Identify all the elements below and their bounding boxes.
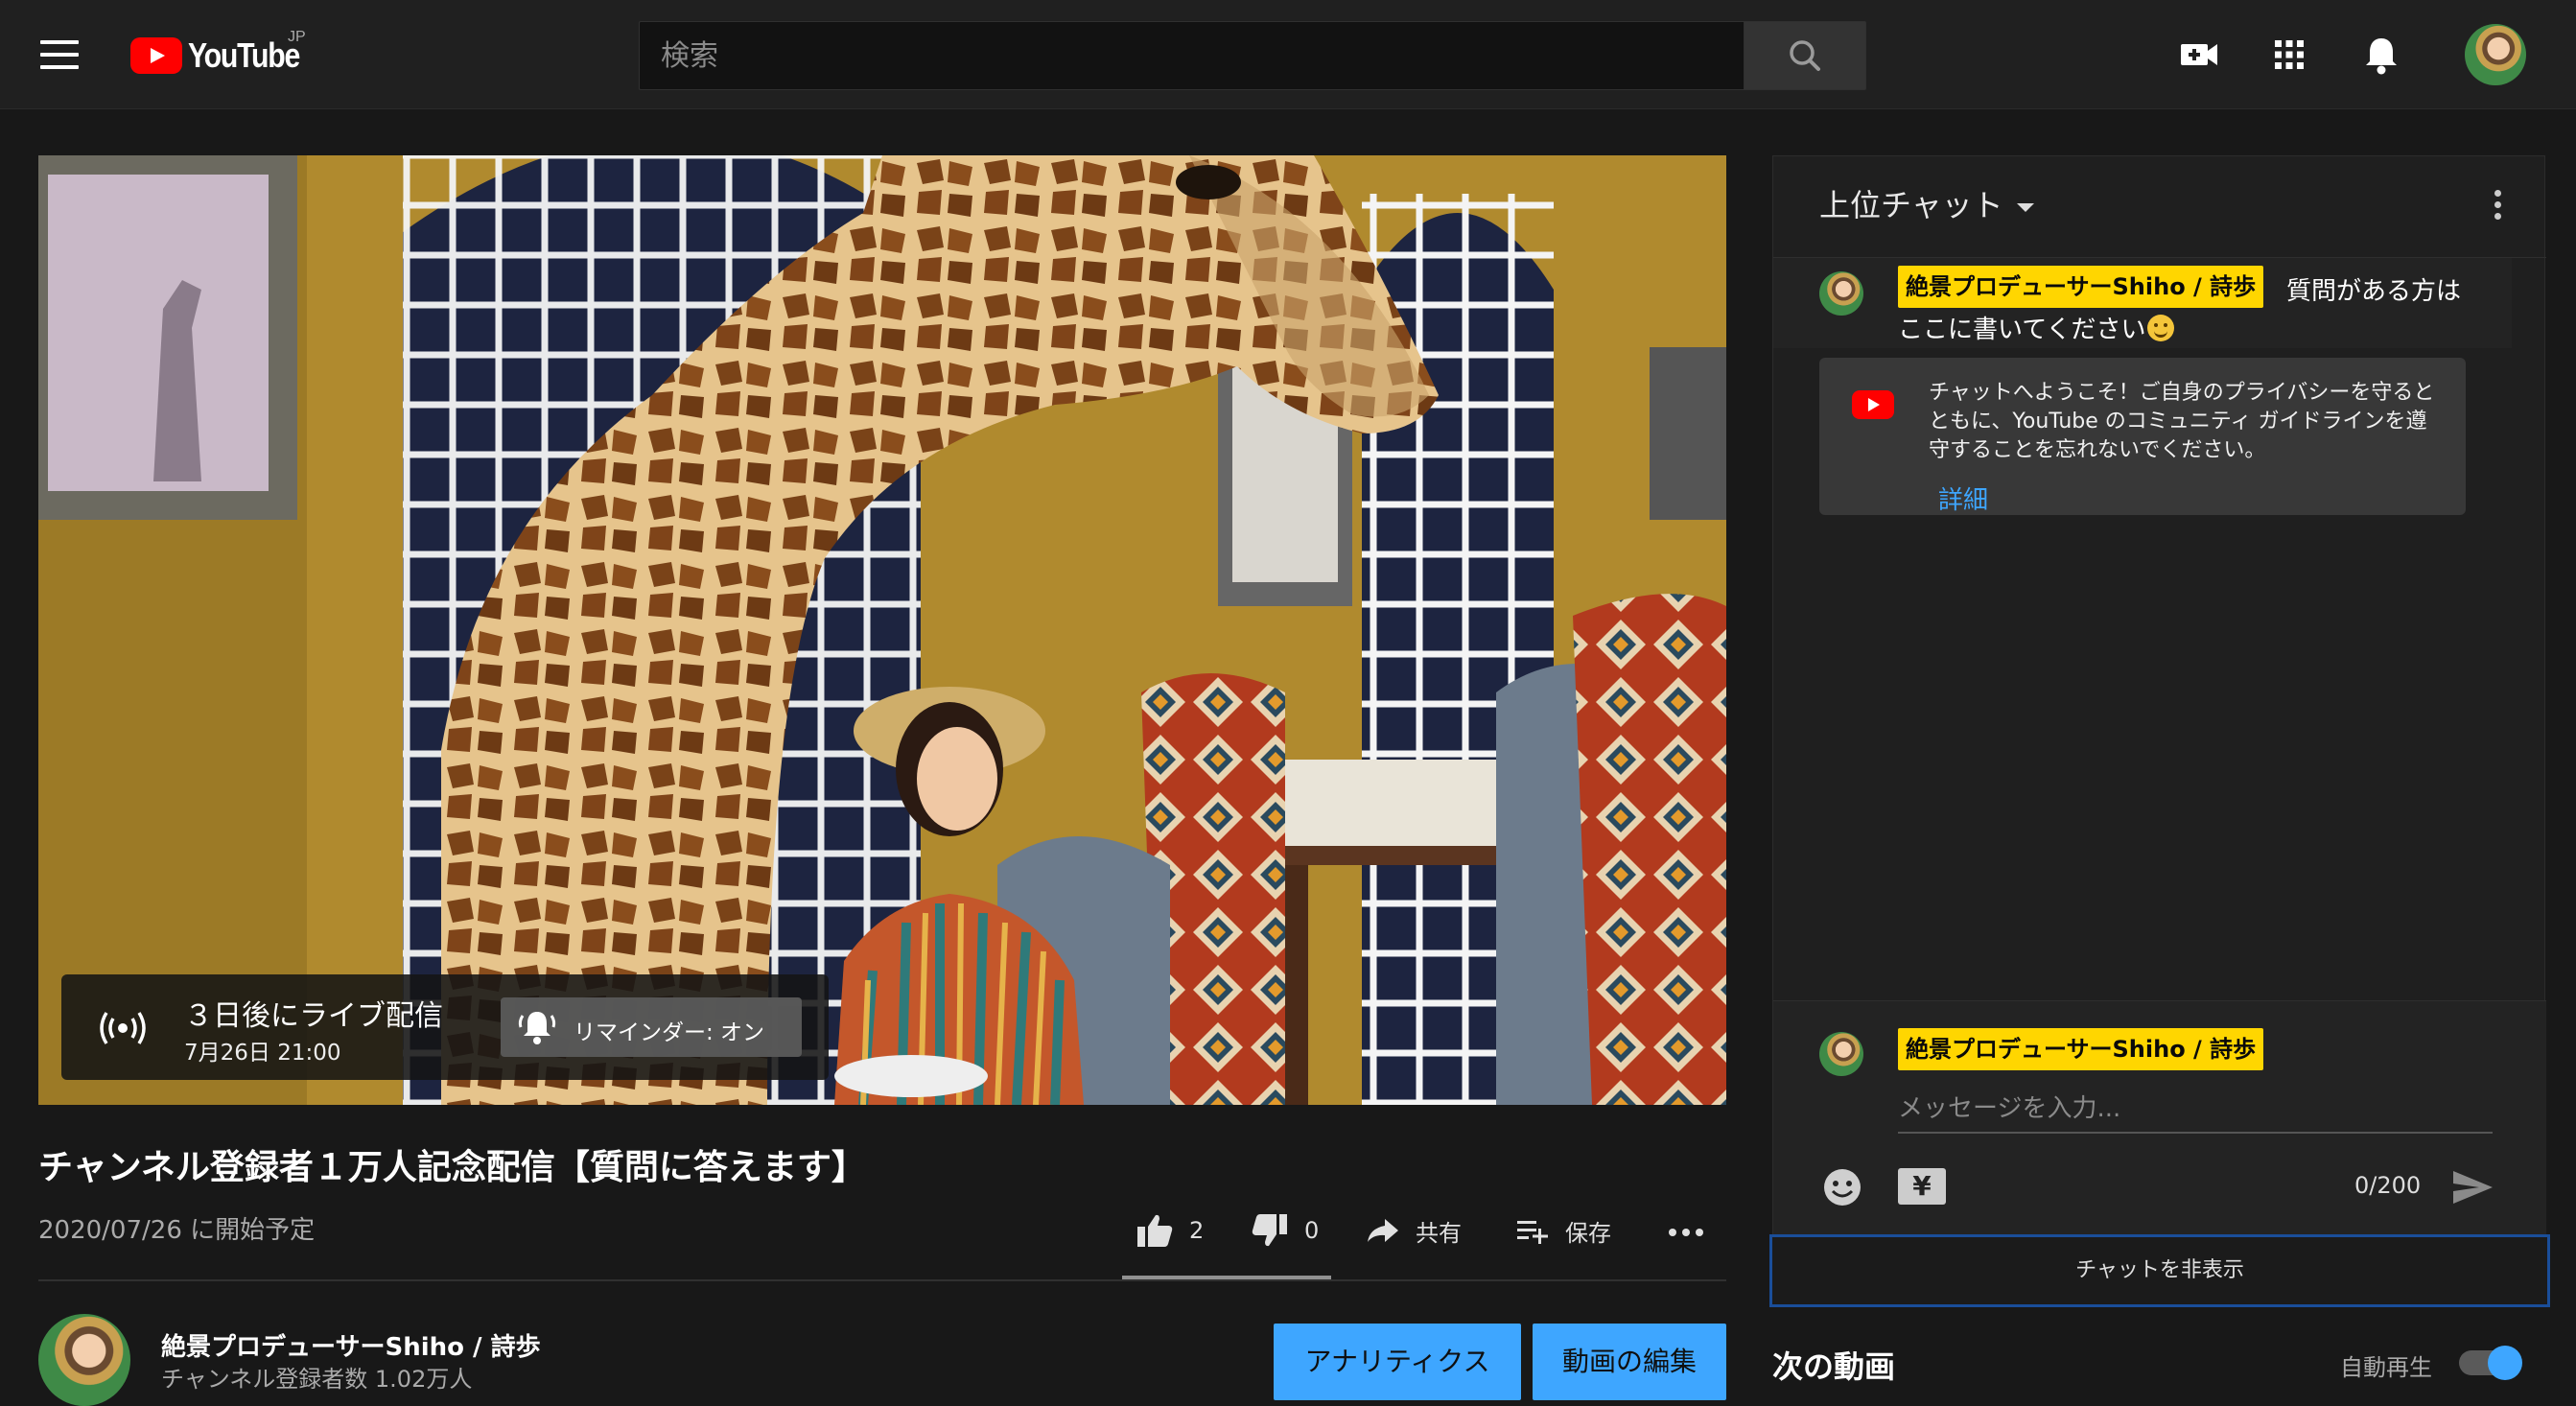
search-icon bbox=[1790, 40, 1820, 71]
apps-button[interactable] bbox=[2263, 29, 2315, 81]
chat-welcome-banner: チャットへようこそ！ご自身のプライバシーを守るとともに、YouTube のコミュ… bbox=[1819, 358, 2466, 515]
scheduled-date: 2020/07/26 に開始予定 bbox=[38, 1216, 316, 1245]
channel-name[interactable]: 絶景プロデューサーShiho / 詩歩 bbox=[161, 1327, 541, 1363]
youtube-logo[interactable]: YouTube JP bbox=[130, 29, 320, 77]
share-button[interactable]: 共有 bbox=[1366, 1207, 1462, 1254]
channel-avatar[interactable] bbox=[38, 1314, 130, 1406]
chat-more-options-icon[interactable] bbox=[2483, 185, 2512, 229]
analytics-button[interactable]: アナリティクス bbox=[1274, 1324, 1521, 1400]
reminder-button[interactable]: リマインダー: オン bbox=[501, 997, 802, 1057]
send-icon[interactable] bbox=[2450, 1168, 2494, 1207]
autoplay-toggle-knob bbox=[2488, 1346, 2522, 1380]
more-horizontal-icon bbox=[1669, 1229, 1703, 1236]
logo-text: YouTube bbox=[188, 35, 300, 75]
pinned-text-line-1: 質問がある方は bbox=[2286, 277, 2462, 306]
search-input[interactable] bbox=[639, 21, 1744, 90]
chat-mode-label: 上位チャット bbox=[1819, 187, 2003, 223]
logo-region: JP bbox=[288, 29, 306, 45]
top-bar: YouTube JP bbox=[0, 0, 2576, 109]
autoplay-label: 自動再生 bbox=[2340, 1354, 2432, 1381]
create-video-icon bbox=[2181, 44, 2217, 65]
dislike-button[interactable]: 0 bbox=[1251, 1207, 1319, 1254]
bell-ringing-icon bbox=[518, 1012, 556, 1044]
emoji-picker-icon[interactable] bbox=[1821, 1166, 1863, 1208]
thumbs-down-icon bbox=[1252, 1214, 1287, 1247]
live-broadcast-icon bbox=[100, 1012, 146, 1044]
video-title: チャンネル登録者１万人記念配信【質問に答えます】 bbox=[38, 1148, 866, 1187]
pinned-message: 絶景プロデューサーShiho / 詩歩 質問がある方は ここに書いてください bbox=[1773, 258, 2512, 348]
chat-mode-dropdown[interactable]: 上位チャット bbox=[1819, 181, 2034, 225]
reminder-label: リマインダー: オン bbox=[574, 1020, 765, 1045]
share-label: 共有 bbox=[1416, 1219, 1462, 1247]
share-icon bbox=[1368, 1219, 1398, 1242]
dislike-count: 0 bbox=[1304, 1217, 1320, 1244]
edit-video-button[interactable]: 動画の編集 bbox=[1533, 1324, 1726, 1400]
create-video-button[interactable] bbox=[2173, 29, 2225, 81]
super-chat-yen-button[interactable]: ¥ bbox=[1898, 1168, 1946, 1205]
thumbs-up-icon bbox=[1137, 1214, 1173, 1247]
chat-message-input[interactable] bbox=[1898, 1086, 2493, 1134]
welcome-text: チャットへようこそ！ご自身のプライバシーを守るとともに、YouTube のコミュ… bbox=[1929, 381, 2435, 462]
autoplay-toggle[interactable] bbox=[2459, 1346, 2522, 1380]
up-next-title: 次の動画 bbox=[1772, 1348, 1896, 1385]
video-player[interactable]: ３日後にライブ配信 7月26日 21:00 リマインダー: オン bbox=[38, 155, 1726, 1105]
apps-icon bbox=[2275, 40, 2304, 69]
live-chat-panel: 上位チャット 絶景プロデューサーShiho / 詩歩 質問がある方は ここに書い… bbox=[1769, 155, 2550, 1307]
search-button[interactable] bbox=[1744, 21, 1866, 90]
youtube-icon bbox=[1852, 390, 1894, 419]
pinned-author-avatar bbox=[1819, 271, 1863, 316]
chevron-down-icon bbox=[2016, 202, 2034, 212]
hide-chat-button[interactable]: チャットを非表示 bbox=[1769, 1234, 2550, 1307]
pinned-text-line-2: ここに書いてください bbox=[1898, 310, 2175, 345]
pinned-text: ここに書いてください bbox=[1898, 316, 2146, 344]
more-actions-button[interactable] bbox=[1667, 1207, 1709, 1254]
divider bbox=[38, 1279, 1726, 1281]
owner-author-badge[interactable]: 絶景プロデューサーShiho / 詩歩 bbox=[1898, 266, 2264, 308]
playlist-add-icon bbox=[1517, 1221, 1548, 1244]
save-label: 保存 bbox=[1565, 1219, 1611, 1247]
chat-header: 上位チャット bbox=[1773, 156, 2546, 258]
char-counter: 0/200 bbox=[2354, 1172, 2422, 1199]
live-countdown-title: ３日後にライブ配信 bbox=[184, 999, 443, 1033]
smiling-emoji-icon bbox=[2147, 315, 2175, 341]
chat-composer: 絶景プロデューサーShiho / 詩歩 ¥ 0/200 bbox=[1773, 1000, 2546, 1234]
notifications-button[interactable] bbox=[2355, 29, 2407, 81]
account-avatar[interactable] bbox=[2465, 24, 2526, 85]
subscriber-count: チャンネル登録者数 1.02万人 bbox=[161, 1366, 473, 1393]
like-count: 2 bbox=[1189, 1217, 1205, 1244]
composer-author-badge: 絶景プロデューサーShiho / 詩歩 bbox=[1898, 1028, 2264, 1070]
youtube-play-icon bbox=[130, 37, 182, 74]
composer-avatar bbox=[1819, 1032, 1863, 1076]
learn-more-link[interactable]: 詳細 bbox=[1938, 480, 1988, 516]
video-thumbnail bbox=[38, 155, 1726, 1105]
notifications-icon bbox=[2366, 38, 2397, 75]
like-button[interactable]: 2 bbox=[1136, 1207, 1204, 1254]
upcoming-live-overlay: ３日後にライブ配信 7月26日 21:00 リマインダー: オン bbox=[61, 974, 829, 1080]
save-button[interactable]: 保存 bbox=[1515, 1207, 1611, 1254]
menu-icon[interactable] bbox=[40, 40, 79, 69]
live-start-date: 7月26日 21:00 bbox=[184, 1041, 341, 1066]
